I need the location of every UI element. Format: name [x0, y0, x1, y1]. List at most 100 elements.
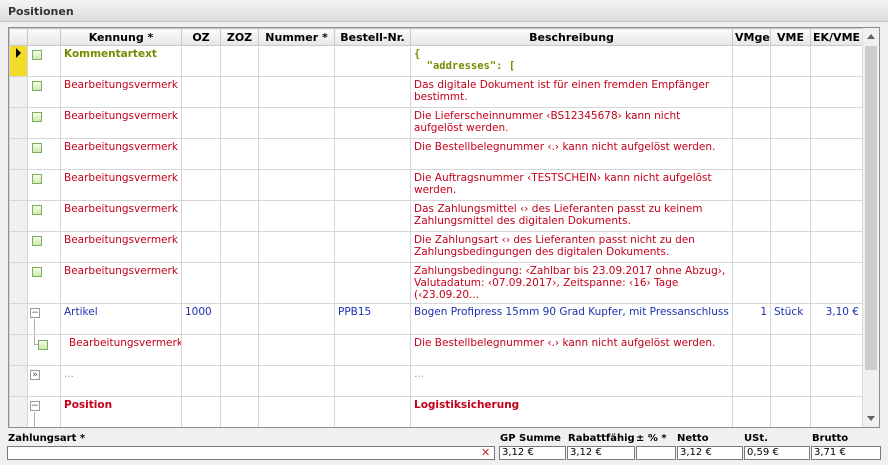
column-header-vme[interactable]: VME — [770, 28, 811, 46]
cell-nummer[interactable] — [258, 262, 335, 304]
cell-zoz[interactable] — [220, 200, 259, 232]
cell-vme[interactable] — [770, 334, 811, 366]
cell-vme[interactable] — [770, 138, 811, 170]
cell-ek-vme[interactable] — [810, 200, 863, 232]
cell-oz[interactable] — [181, 365, 221, 397]
cell-vme[interactable] — [770, 107, 811, 139]
cell-vme[interactable]: Stück — [770, 303, 811, 335]
row-status-cell[interactable] — [27, 107, 61, 139]
cell-beschreibung[interactable]: Das digitale Dokument ist für einen frem… — [410, 76, 733, 108]
cell-nummer[interactable] — [258, 45, 335, 77]
cell-kennung[interactable]: Artikel — [60, 303, 182, 335]
row-status-icon[interactable] — [32, 50, 42, 60]
cell-kennung[interactable]: Kommentartext — [60, 45, 182, 77]
cell-kennung[interactable]: Bearbeitungsvermerk — [60, 138, 182, 170]
cell-vme[interactable] — [770, 396, 811, 427]
cell-oz[interactable] — [181, 45, 221, 77]
cell-bestell-nr[interactable] — [334, 365, 411, 397]
column-header-vmge[interactable]: VMge — [732, 28, 771, 46]
cell-vmge[interactable] — [732, 138, 771, 170]
cell-kennung[interactable]: Bearbeitungsvermerk — [60, 334, 182, 366]
cell-ek-vme[interactable] — [810, 138, 863, 170]
cell-bestell-nr[interactable] — [334, 334, 411, 366]
row-status-icon[interactable] — [32, 81, 42, 91]
table-row[interactable]: Bearbeitungsvermerk Das Zahlungsmittel ‹… — [9, 200, 863, 232]
cell-oz[interactable] — [181, 76, 221, 108]
cell-kennung[interactable]: Position — [60, 396, 182, 427]
cell-beschreibung[interactable]: Bogen Profipress 15mm 90 Grad Kupfer, mi… — [410, 303, 733, 335]
cell-nummer[interactable] — [258, 231, 335, 263]
cell-oz[interactable] — [181, 107, 221, 139]
cell-bestell-nr[interactable] — [334, 138, 411, 170]
cell-zoz[interactable] — [220, 107, 259, 139]
cell-bestell-nr[interactable] — [334, 76, 411, 108]
cell-vmge[interactable] — [732, 231, 771, 263]
table-row[interactable]: » ... ... — [9, 365, 863, 397]
cell-oz[interactable]: 1000 — [181, 303, 221, 335]
tree-cell[interactable] — [27, 334, 61, 366]
cell-vme[interactable] — [770, 76, 811, 108]
row-status-cell[interactable] — [27, 200, 61, 232]
cell-nummer[interactable] — [258, 365, 335, 397]
row-status-cell[interactable] — [27, 138, 61, 170]
cell-bestell-nr[interactable] — [334, 396, 411, 427]
row-status-icon[interactable] — [32, 236, 42, 246]
cell-vmge[interactable] — [732, 45, 771, 77]
cell-bestell-nr[interactable] — [334, 231, 411, 263]
cell-ek-vme[interactable] — [810, 231, 863, 263]
row-status-cell[interactable] — [27, 45, 61, 77]
cell-vme[interactable] — [770, 231, 811, 263]
cell-vme[interactable] — [770, 169, 811, 201]
cell-ek-vme[interactable] — [810, 169, 863, 201]
checkbox-column-header[interactable] — [27, 28, 61, 46]
table-row[interactable]: Bearbeitungsvermerk Die Bestellbelegnumm… — [9, 138, 863, 170]
vertical-scrollbar[interactable] — [862, 28, 879, 427]
cell-zoz[interactable] — [220, 334, 259, 366]
cell-beschreibung[interactable]: Zahlungsbedingung: ‹Zahlbar bis 23.09.20… — [410, 262, 733, 304]
collapse-icon[interactable]: − — [30, 401, 40, 411]
column-header-beschreibung[interactable]: Beschreibung — [410, 28, 733, 46]
row-status-icon[interactable] — [32, 112, 42, 122]
row-status-icon[interactable] — [32, 174, 42, 184]
cell-kennung[interactable]: Bearbeitungsvermerk — [60, 76, 182, 108]
row-status-cell[interactable] — [27, 262, 61, 304]
cell-vmge[interactable] — [732, 200, 771, 232]
cell-oz[interactable] — [181, 169, 221, 201]
cell-zoz[interactable] — [220, 303, 259, 335]
tree-cell[interactable]: » — [27, 365, 61, 397]
cell-kennung[interactable]: Bearbeitungsvermerk — [60, 231, 182, 263]
cell-oz[interactable] — [181, 396, 221, 427]
cell-bestell-nr[interactable] — [334, 262, 411, 304]
cell-zoz[interactable] — [220, 262, 259, 304]
column-header-bestell-nr[interactable]: Bestell-Nr. — [334, 28, 411, 46]
cell-beschreibung[interactable]: ... — [410, 365, 733, 397]
cell-zoz[interactable] — [220, 396, 259, 427]
clear-icon[interactable]: ✕ — [481, 447, 490, 459]
row-status-icon[interactable] — [32, 143, 42, 153]
cell-vme[interactable] — [770, 200, 811, 232]
cell-nummer[interactable] — [258, 334, 335, 366]
cell-zoz[interactable] — [220, 45, 259, 77]
cell-vmge[interactable] — [732, 334, 771, 366]
cell-kennung[interactable]: Bearbeitungsvermerk — [60, 200, 182, 232]
cell-nummer[interactable] — [258, 76, 335, 108]
cell-ek-vme[interactable] — [810, 396, 863, 427]
cell-ek-vme[interactable] — [810, 262, 863, 304]
cell-ek-vme[interactable] — [810, 365, 863, 397]
scrollbar-thumb[interactable] — [865, 46, 877, 370]
cell-beschreibung[interactable]: Logistiksicherung — [410, 396, 733, 427]
cell-bestell-nr[interactable] — [334, 45, 411, 77]
cell-zoz[interactable] — [220, 76, 259, 108]
cell-bestell-nr[interactable] — [334, 200, 411, 232]
row-status-cell[interactable] — [27, 231, 61, 263]
cell-zoz[interactable] — [220, 365, 259, 397]
cell-nummer[interactable] — [258, 303, 335, 335]
cell-vmge[interactable] — [732, 365, 771, 397]
cell-vme[interactable] — [770, 45, 811, 77]
cell-vmge[interactable]: 1 — [732, 303, 771, 335]
positions-grid[interactable]: Kennung * OZ ZOZ Nummer * Bestell-Nr. Be… — [8, 27, 880, 428]
cell-nummer[interactable] — [258, 200, 335, 232]
cell-kennung[interactable]: Bearbeitungsvermerk — [60, 169, 182, 201]
cell-nummer[interactable] — [258, 169, 335, 201]
row-status-icon[interactable] — [32, 267, 42, 277]
